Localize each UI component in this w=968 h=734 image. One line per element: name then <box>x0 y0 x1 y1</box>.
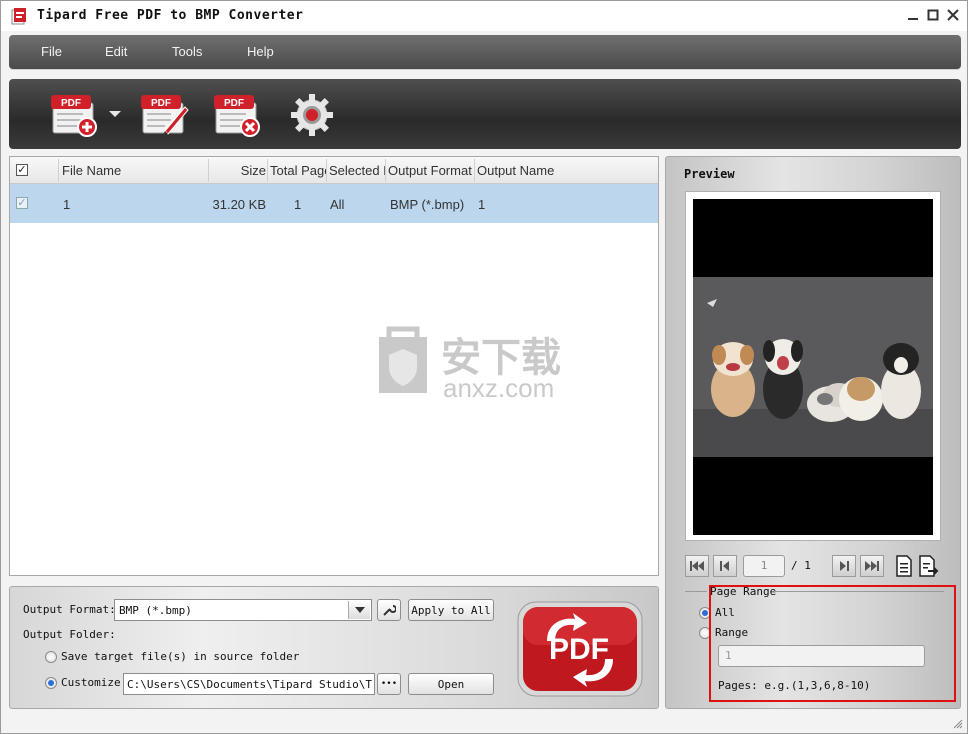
column-separator <box>58 159 59 182</box>
output-path-input[interactable]: C:\Users\CS\Documents\Tipard Studio\Tipa… <box>123 673 375 695</box>
window-title: Tipard Free PDF to BMP Converter <box>37 8 304 23</box>
output-format-value: BMP (*.bmp) <box>119 604 192 617</box>
customize-label[interactable]: Customize: <box>61 676 127 689</box>
convert-button-label: PDF <box>549 633 609 666</box>
page-range-input[interactable]: 1 <box>718 645 925 667</box>
last-page-button[interactable] <box>860 555 884 577</box>
minimize-icon <box>908 18 918 20</box>
preview-frame <box>685 191 941 541</box>
column-separator <box>385 159 386 182</box>
column-header-output-format[interactable]: Output Format <box>388 163 474 178</box>
menu-bar: File Edit Tools Help <box>9 35 961 69</box>
watermark-logo: 安下载 anxz.com <box>367 323 597 403</box>
cell-total-pages: 1 <box>294 197 302 212</box>
first-page-button[interactable] <box>685 555 709 577</box>
customize-radio[interactable] <box>45 677 57 689</box>
open-folder-button[interactable]: Open <box>408 673 494 695</box>
group-border <box>774 591 944 592</box>
resize-grip-icon[interactable] <box>953 719 963 729</box>
minimize-button[interactable] <box>905 7 921 23</box>
page-range-all-label[interactable]: All <box>715 606 735 619</box>
preview-panel: Preview 1 / 1 Page Range All Range 1 Pag… <box>665 156 961 709</box>
menu-help[interactable]: Help <box>247 44 274 59</box>
menu-tools[interactable]: Tools <box>172 44 202 59</box>
export-page-icon[interactable] <box>919 555 939 577</box>
wrench-icon <box>383 605 396 616</box>
title-bar: Tipard Free PDF to BMP Converter <box>1 1 967 31</box>
file-list-header: ✓ File Name Size Total Pages Selected Pa… <box>10 157 658 184</box>
menu-edit[interactable]: Edit <box>105 44 127 59</box>
close-button[interactable] <box>945 7 961 23</box>
last-page-icon <box>865 561 879 571</box>
save-source-radio[interactable] <box>45 651 57 663</box>
page-number-input[interactable]: 1 <box>743 555 785 577</box>
menu-file[interactable]: File <box>41 44 62 59</box>
column-separator <box>267 159 268 182</box>
output-format-select[interactable]: BMP (*.bmp) <box>114 599 372 621</box>
next-page-icon <box>840 561 849 571</box>
select-all-checkbox[interactable]: ✓ <box>16 164 28 176</box>
next-page-button[interactable] <box>832 555 856 577</box>
maximize-icon <box>927 9 939 21</box>
preview-label: Preview <box>684 167 735 181</box>
prev-page-button[interactable] <box>713 555 737 577</box>
output-path-value: C:\Users\CS\Documents\Tipard Studio\Tipa… <box>127 678 373 691</box>
format-dropdown-button[interactable] <box>348 601 370 619</box>
add-pdf-icon-label: PDF <box>61 98 81 109</box>
column-header-selected-pages[interactable]: Selected Pages <box>329 163 385 178</box>
output-settings-panel: Output Format: BMP (*.bmp) Apply to All … <box>9 586 659 709</box>
puppies-photo <box>693 277 933 457</box>
apply-to-all-button[interactable]: Apply to All <box>408 599 494 621</box>
page-range-all-radio[interactable] <box>699 607 711 619</box>
format-settings-button[interactable] <box>377 599 401 621</box>
maximize-button[interactable] <box>925 7 941 23</box>
save-source-label[interactable]: Save target file(s) in source folder <box>61 650 299 663</box>
first-page-icon <box>690 561 704 571</box>
column-separator <box>326 159 327 182</box>
output-folder-label: Output Folder: <box>23 628 116 641</box>
column-header-file-name[interactable]: File Name <box>62 163 202 178</box>
column-header-size[interactable]: Size <box>236 163 266 178</box>
cell-output-format[interactable]: BMP (*.bmp) <box>390 197 464 212</box>
cell-selected-pages[interactable]: All <box>330 197 344 212</box>
page-range-custom-radio[interactable] <box>699 627 711 639</box>
table-row[interactable]: ✓ 1 31.20 KB 1 All BMP (*.bmp) 1 <box>10 184 658 223</box>
add-pdf-icon[interactable]: PDF <box>49 93 99 137</box>
chevron-down-icon <box>354 607 365 613</box>
remove-pdf-icon[interactable]: PDF <box>212 93 262 137</box>
toolbar: PDF PDF PDF <box>9 79 961 149</box>
app-window: Tipard Free PDF to BMP Converter File Ed… <box>0 0 968 734</box>
page-range-hint: Pages: e.g.(1,3,6,8-10) <box>718 679 871 692</box>
cell-size: 31.20 KB <box>212 197 267 212</box>
settings-gear-icon[interactable] <box>287 93 337 137</box>
group-border <box>685 591 707 592</box>
prev-page-icon <box>720 561 729 571</box>
remove-pdf-icon-label: PDF <box>224 98 244 109</box>
cell-file-name: 1 <box>63 197 71 212</box>
app-icon <box>11 8 26 25</box>
document-icon[interactable] <box>896 555 912 577</box>
column-header-output-name[interactable]: Output Name <box>477 163 587 178</box>
page-total-label: / 1 <box>791 559 811 572</box>
edit-pdf-icon-label: PDF <box>151 98 171 109</box>
page-range-title: Page Range <box>710 585 777 598</box>
browse-button[interactable]: ••• <box>377 673 401 695</box>
column-separator <box>474 159 475 182</box>
edit-pdf-icon[interactable]: PDF <box>139 93 189 137</box>
page-range-custom-label[interactable]: Range <box>715 626 748 639</box>
cell-output-name[interactable]: 1 <box>478 197 485 212</box>
column-header-total-pages[interactable]: Total Pages <box>270 163 326 178</box>
add-pdf-dropdown-arrow[interactable] <box>109 111 121 117</box>
row-checkbox[interactable]: ✓ <box>16 197 28 209</box>
close-icon <box>947 9 959 21</box>
convert-button[interactable]: PDF <box>517 601 643 697</box>
column-separator <box>208 159 209 182</box>
watermark-en-text: anxz.com <box>443 373 555 403</box>
output-format-label: Output Format: <box>23 603 116 616</box>
preview-page-image <box>693 199 933 535</box>
